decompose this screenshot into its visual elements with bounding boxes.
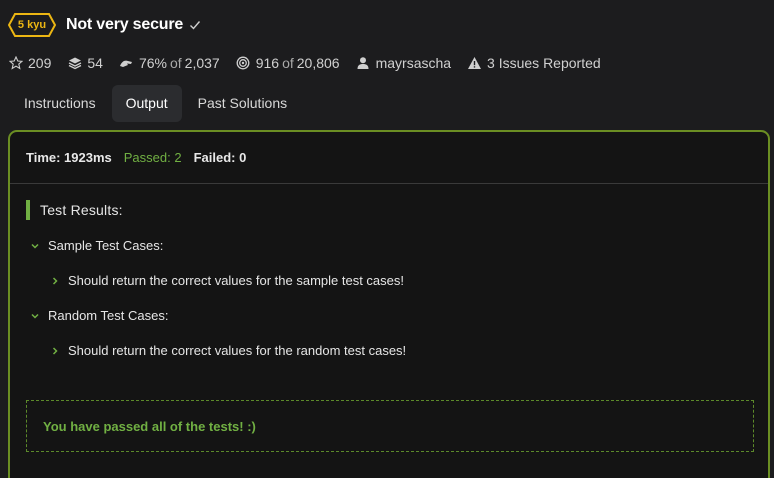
user-icon (356, 56, 371, 71)
test-results: Test Results: (26, 200, 754, 220)
output-summary: Time: 1923ms Passed: 2 Failed: 0 (10, 132, 768, 184)
completed-of: of (282, 55, 294, 71)
stat-issues[interactable]: 3 Issues Reported (467, 55, 601, 71)
results-heading-bar (26, 200, 30, 220)
tab-instructions[interactable]: Instructions (10, 85, 110, 122)
completed-total: 20,806 (296, 55, 340, 71)
test-case-label: Should return the correct values for the… (68, 273, 405, 288)
kata-title: Not very secure (66, 16, 184, 33)
test-group-label: Random Test Cases: (48, 308, 169, 323)
kata-stats: 209 54 76% of 2,037 916 of 20,806 mayrsa… (8, 54, 617, 72)
chevron-down-icon (30, 311, 40, 321)
hand-icon (119, 56, 134, 71)
rank-badge: 5 kyu (8, 13, 56, 37)
rank-label: 5 kyu (17, 19, 47, 31)
satisfaction-of: of (169, 55, 182, 71)
stars-count: 209 (28, 55, 52, 71)
kata-header: 5 kyu Not very secure (8, 12, 201, 38)
kata-page: 5 kyu Not very secure 209 54 76% of 2,03… (0, 0, 774, 478)
stat-completed: 916 of 20,806 (236, 55, 340, 71)
author-name[interactable]: mayrsascha (376, 55, 451, 71)
test-group-sample[interactable]: Sample Test Cases: (30, 238, 163, 253)
star-icon (8, 56, 23, 71)
stack-icon (67, 56, 82, 71)
stat-author[interactable]: mayrsascha (356, 55, 451, 71)
satisfaction-votes: 2,037 (184, 55, 220, 71)
tab-output[interactable]: Output (111, 85, 182, 122)
failed-label: Failed: 0 (193, 150, 247, 165)
chevron-down-icon (30, 241, 40, 251)
time-label: Time: 1923ms (26, 150, 112, 165)
test-group-random[interactable]: Random Test Cases: (30, 308, 168, 323)
kata-tabs: Instructions Output Past Solutions (10, 85, 303, 122)
test-case-label: Should return the correct values for the… (68, 343, 407, 358)
warning-icon (467, 56, 482, 71)
satisfaction-percent: 76% (138, 55, 167, 71)
chevron-right-icon (50, 346, 60, 356)
check-icon (189, 19, 201, 31)
issues-label[interactable]: 3 Issues Reported (487, 55, 601, 71)
stat-stars[interactable]: 209 (8, 55, 51, 71)
collections-count: 54 (87, 55, 103, 71)
chevron-right-icon (50, 276, 60, 286)
success-message: You have passed all of the tests! :) (43, 418, 256, 434)
test-case-random[interactable]: Should return the correct values for the… (50, 343, 406, 358)
stat-satisfaction: 76% of 2,037 (119, 55, 220, 71)
tab-past-solutions[interactable]: Past Solutions (184, 85, 302, 122)
results-heading-text: Test Results: (40, 202, 123, 218)
stat-collections[interactable]: 54 (67, 55, 103, 71)
test-case-sample[interactable]: Should return the correct values for the… (50, 273, 404, 288)
success-message-box: You have passed all of the tests! :) (26, 400, 754, 452)
target-icon (236, 56, 251, 71)
output-panel: Time: 1923ms Passed: 2 Failed: 0 Test Re… (8, 130, 770, 478)
results-heading: Test Results: (26, 200, 754, 220)
completed-count: 916 (255, 55, 280, 71)
test-group-label: Sample Test Cases: (48, 238, 164, 253)
passed-label: Passed: 2 (123, 150, 182, 165)
